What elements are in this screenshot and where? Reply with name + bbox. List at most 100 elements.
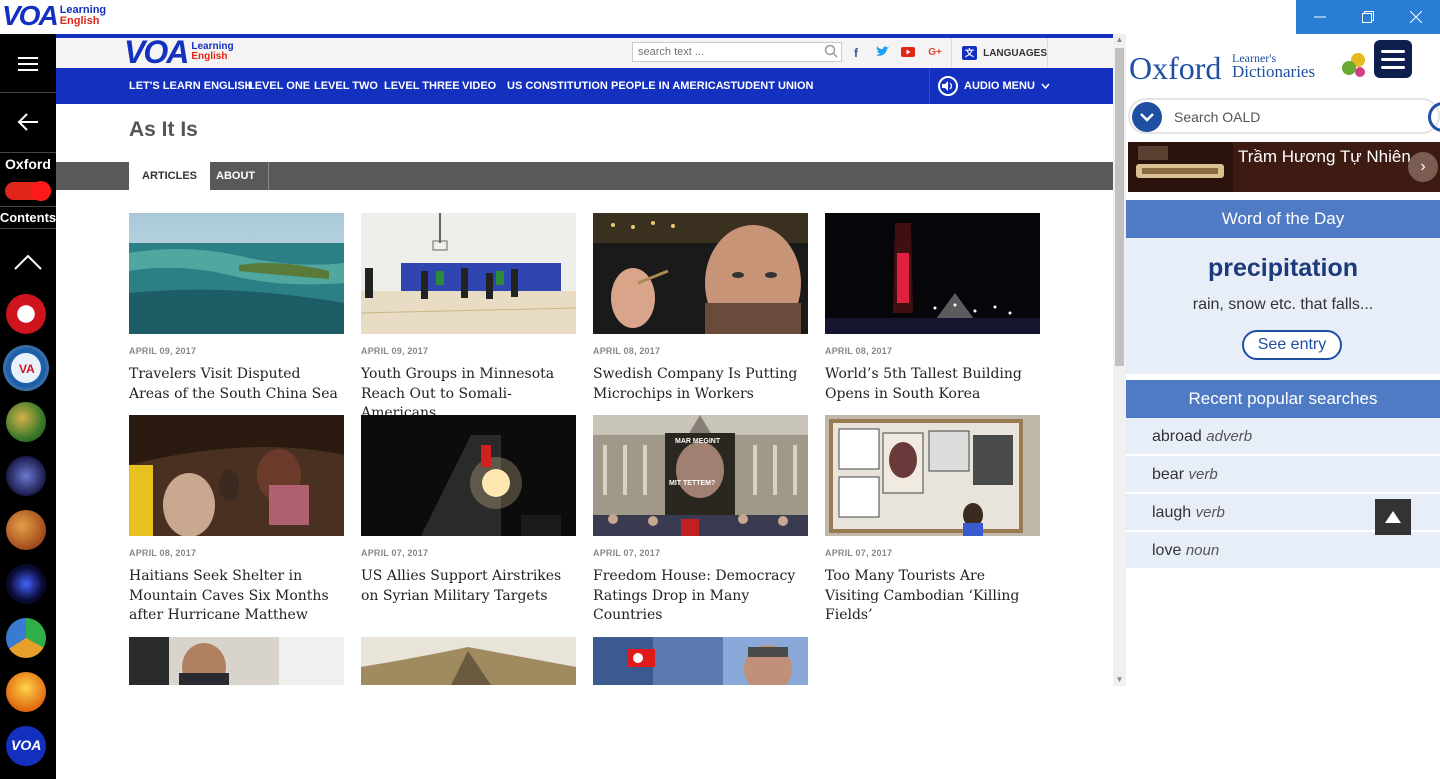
nav-level-one[interactable]: LEVEL ONE xyxy=(248,68,310,104)
article-headline[interactable]: US Allies Support Airstrikes on Syrian M… xyxy=(361,567,576,606)
article-card[interactable]: APRIL 08, 2017 Swedish Company Is Puttin… xyxy=(593,213,808,404)
article-card[interactable] xyxy=(361,637,576,685)
youtube-icon[interactable] xyxy=(900,46,916,60)
article-thumbnail[interactable] xyxy=(361,637,576,685)
speaker-icon xyxy=(938,76,958,96)
recent-search-item[interactable]: love noun xyxy=(1126,532,1440,569)
see-entry-button[interactable]: See entry xyxy=(1242,330,1342,360)
article-headline[interactable]: Swedish Company Is Putting Microchips in… xyxy=(593,365,808,404)
voa-icon[interactable] xyxy=(6,294,46,334)
nav-level-three[interactable]: LEVEL THREE xyxy=(384,68,460,104)
restore-icon[interactable] xyxy=(1344,0,1392,34)
nav-video[interactable]: VIDEO xyxy=(462,68,496,104)
article-headline[interactable]: Too Many Tourists Are Visiting Cambodian… xyxy=(825,567,1040,626)
recent-search-item[interactable]: abroad adverb xyxy=(1126,418,1440,455)
site-logo[interactable]: VOA Learning English xyxy=(124,36,234,68)
recent-search-word: abroad xyxy=(1152,428,1202,445)
article-date: APRIL 09, 2017 xyxy=(129,346,197,356)
article-card[interactable]: APRIL 07, 2017 Too Many Tourists Are Vis… xyxy=(825,415,1040,626)
article-card[interactable]: APRIL 07, 2017 US Allies Support Airstri… xyxy=(361,415,576,606)
scroll-to-top-button[interactable] xyxy=(1375,499,1411,535)
svg-text:VA: VA xyxy=(19,362,35,376)
translate-icon: 文 xyxy=(962,46,978,60)
article-card[interactable]: APRIL 08, 2017 Haitians Seek Shelter in … xyxy=(129,415,344,626)
article-headline[interactable]: World’s 5th Tallest Building Opens in So… xyxy=(825,365,1040,404)
app-titlebar: VOA Learning English xyxy=(0,0,1440,34)
recent-search-item[interactable]: bear verb xyxy=(1126,456,1440,493)
back-arrow-icon[interactable] xyxy=(0,102,56,142)
search-icon[interactable] xyxy=(1428,102,1440,132)
twitter-icon[interactable] xyxy=(874,46,890,60)
oxford-panel: Oxford Learner's Dictionaries Search OAL… xyxy=(1126,34,1440,569)
minimize-icon[interactable] xyxy=(1296,0,1344,34)
sidebar-divider xyxy=(0,206,56,207)
article-card[interactable]: APRIL 09, 2017 Travelers Visit Disputed … xyxy=(129,213,344,404)
scroll-up-icon[interactable]: ▲ xyxy=(1113,34,1126,46)
chevron-up-icon[interactable] xyxy=(0,244,56,280)
nav-lets-learn-english[interactable]: LET'S LEARN ENGLISH xyxy=(129,68,253,104)
article-thumbnail[interactable] xyxy=(825,213,1040,334)
article-thumbnail[interactable] xyxy=(129,213,344,334)
sidebar-divider xyxy=(0,152,56,153)
nav-student-union[interactable]: STUDENT UNION xyxy=(723,68,813,104)
recent-search-word: laugh xyxy=(1152,504,1192,521)
oxford-menu-icon[interactable] xyxy=(1374,40,1412,78)
close-icon[interactable] xyxy=(1392,0,1440,34)
word-of-the-day-header: Word of the Day xyxy=(1126,200,1440,238)
oxford-search-bar[interactable]: Search OALD xyxy=(1128,98,1440,134)
svg-text:VOA: VOA xyxy=(11,737,41,753)
scroll-down-icon[interactable]: ▼ xyxy=(1113,674,1126,686)
ad-banner[interactable]: Trầm Hương Tự Nhiên › xyxy=(1128,142,1440,192)
article-card[interactable]: APRIL 08, 2017 World’s 5th Tallest Build… xyxy=(825,213,1040,404)
oxford-subtitle: Learner's Dictionaries xyxy=(1232,51,1315,80)
article-thumbnail[interactable] xyxy=(593,213,808,334)
nature-icon[interactable] xyxy=(6,402,46,442)
nav-us-constitution[interactable]: US CONSTITUTION xyxy=(507,68,608,104)
article-headline[interactable]: Freedom House: Democracy Ratings Drop in… xyxy=(593,567,808,626)
voa-news-icon[interactable]: VOA xyxy=(6,726,46,766)
article-card[interactable] xyxy=(593,637,808,685)
tab-articles[interactable]: ARTICLES xyxy=(129,162,210,190)
article-headline[interactable]: Haitians Seek Shelter in Mountain Caves … xyxy=(129,567,344,626)
article-headline[interactable]: Travelers Visit Disputed Areas of the So… xyxy=(129,365,344,404)
tab-about[interactable]: ABOUT xyxy=(203,162,270,190)
article-thumbnail[interactable] xyxy=(361,415,576,536)
scrollbar-thumb[interactable] xyxy=(1115,48,1124,366)
oxford-search-input[interactable]: Search OALD xyxy=(1174,109,1260,125)
google-plus-icon[interactable]: G+ xyxy=(927,46,943,60)
audio-menu-button[interactable]: AUDIO MENU xyxy=(929,68,1113,104)
search-icon[interactable] xyxy=(824,44,838,58)
recent-search-pos: verb xyxy=(1195,504,1225,521)
article-thumbnail[interactable]: MAR MEGINT MIT TETTEM? xyxy=(593,415,808,536)
page-scrollbar[interactable]: ▲ ▼ xyxy=(1113,34,1126,686)
chevron-right-icon[interactable]: › xyxy=(1408,152,1438,182)
galaxy-icon[interactable] xyxy=(6,564,46,604)
article-thumbnail[interactable] xyxy=(129,637,344,685)
article-thumbnail[interactable] xyxy=(361,213,576,334)
oxford-label: Oxford xyxy=(5,156,51,172)
article-thumbnail[interactable] xyxy=(129,415,344,536)
oxford-title: Oxford xyxy=(1129,50,1222,86)
oxford-toggle[interactable] xyxy=(5,181,51,201)
site-search-input[interactable] xyxy=(632,42,842,62)
article-thumbnail[interactable] xyxy=(593,637,808,685)
article-card[interactable] xyxy=(129,637,344,685)
facebook-icon[interactable]: f xyxy=(848,46,864,60)
recent-search-pos: verb xyxy=(1188,466,1218,483)
word-of-the-day-word[interactable]: precipitation xyxy=(1126,254,1440,283)
article-card[interactable]: APRIL 09, 2017 Youth Groups in Minnesota… xyxy=(361,213,576,424)
article-thumbnail[interactable] xyxy=(825,415,1040,536)
hamburger-menu-icon[interactable] xyxy=(0,44,56,84)
recent-searches-header: Recent popular searches xyxy=(1126,380,1440,418)
sunset-icon[interactable] xyxy=(6,672,46,712)
chevron-down-icon[interactable] xyxy=(1132,102,1162,132)
planet-icon[interactable] xyxy=(6,510,46,550)
audio-menu-label: AUDIO MENU xyxy=(964,80,1035,92)
nav-level-two[interactable]: LEVEL TWO xyxy=(314,68,378,104)
article-card[interactable]: MAR MEGINT MIT TETTEM? APRIL 07, 2017 Fr… xyxy=(593,415,808,626)
languages-button[interactable]: 文 LANGUAGES xyxy=(951,38,1048,68)
learn-icon[interactable] xyxy=(6,618,46,658)
nav-people-in-america[interactable]: PEOPLE IN AMERICA xyxy=(611,68,724,104)
voa-world-icon[interactable]: VA xyxy=(6,348,46,388)
science-icon[interactable] xyxy=(6,456,46,496)
